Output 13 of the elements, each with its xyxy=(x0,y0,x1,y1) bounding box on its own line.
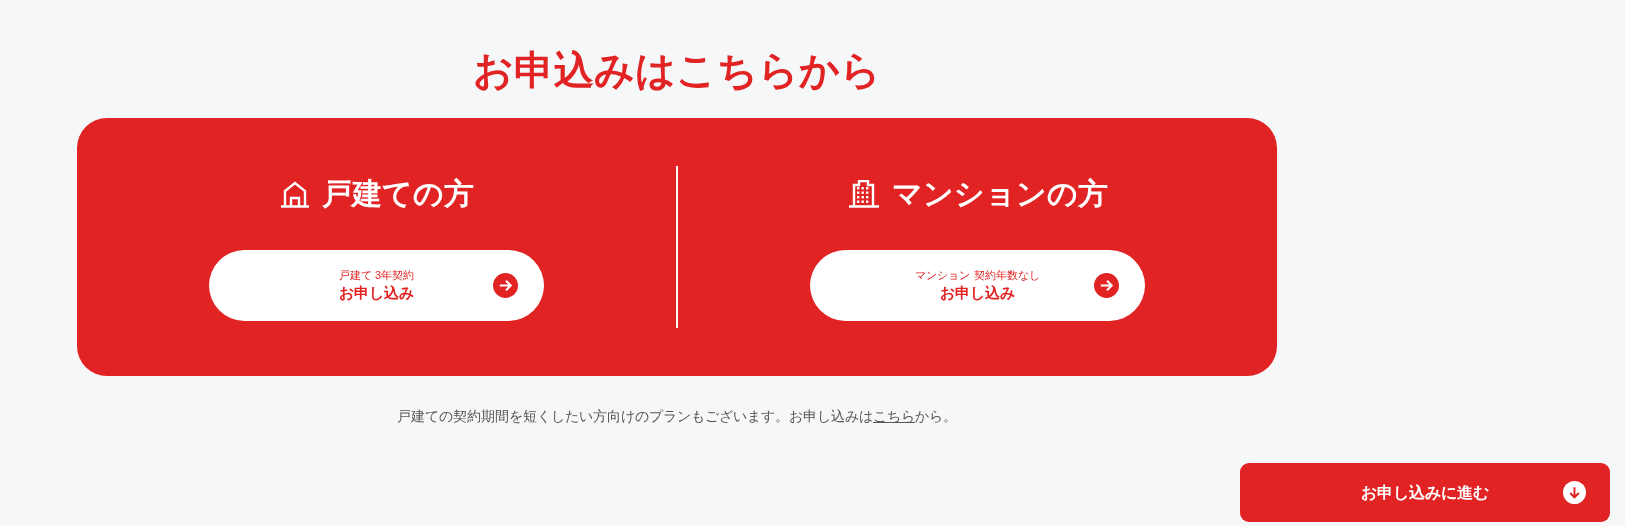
here-link[interactable]: こちら xyxy=(873,408,915,424)
proceed-button[interactable]: お申し込みに進む xyxy=(1240,463,1610,522)
plan-heading: マンションの方 xyxy=(891,175,1108,212)
building-icon xyxy=(847,179,880,208)
plan-heading: 戸建ての方 xyxy=(321,175,474,212)
apply-button[interactable]: マンション 契約年数なし お申し込み xyxy=(810,249,1145,321)
apply-button[interactable]: 戸建て 3年契約 お申し込み xyxy=(209,249,544,321)
plan-note: 戸建ての契約期間を短くしたい方向けのプランもございます。お申し込みは こちらから。 xyxy=(397,407,957,426)
arrow-right-icon xyxy=(1094,272,1119,298)
section-title: お申込みはこちらから xyxy=(473,47,881,94)
house-icon xyxy=(279,179,310,208)
arrow-right-icon xyxy=(493,272,518,298)
arrow-down-icon xyxy=(1563,481,1586,504)
